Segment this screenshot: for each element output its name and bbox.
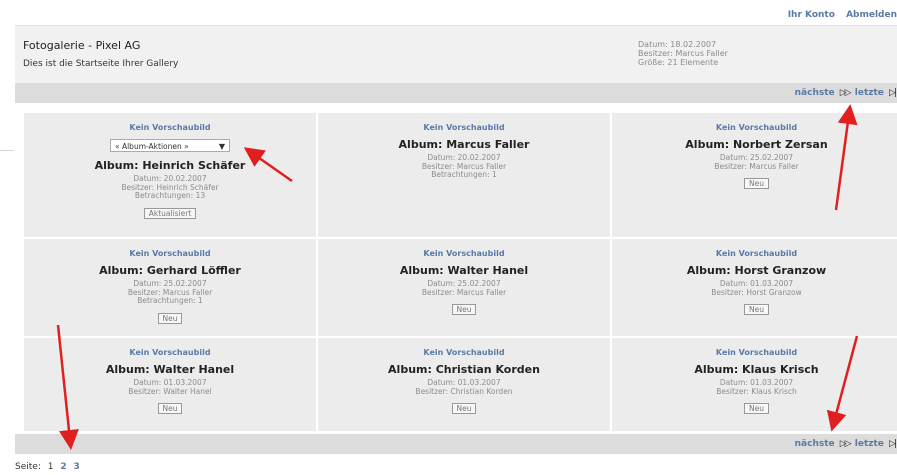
gallery-owner: Besitzer: Marcus Faller — [638, 49, 728, 58]
album-views: Betrachtungen: 13 — [134, 191, 206, 200]
album-info: Datum: 20.02.2007 Besitzer: Heinrich Sch… — [24, 174, 316, 201]
album-views: Betrachtungen: 1 — [137, 296, 203, 305]
album-info: Datum: 25.02.2007 Besitzer: Marcus Falle… — [24, 279, 316, 306]
no-preview-link[interactable]: Kein Vorschaubild — [612, 249, 897, 258]
album-card: Kein Vorschaubild Album: Gerhard Löffler… — [24, 239, 316, 336]
album-card: Kein Vorschaubild Album: Marcus Faller D… — [318, 113, 610, 237]
no-preview-link[interactable]: Kein Vorschaubild — [612, 123, 897, 132]
status-badge: Neu — [157, 403, 183, 414]
album-card: Kein Vorschaubild Album: Norbert Zersan … — [612, 113, 897, 237]
account-link[interactable]: Ihr Konto — [788, 10, 835, 20]
album-info: Datum: 20.02.2007 Besitzer: Marcus Falle… — [318, 153, 610, 180]
left-divider — [0, 150, 14, 151]
album-card: Kein Vorschaubild « Album-Aktionen » ▼ A… — [24, 113, 316, 237]
last-link[interactable]: letzte — [855, 439, 884, 449]
album-name[interactable]: Album: Walter Hanel — [24, 363, 316, 376]
album-owner: Besitzer: Marcus Faller — [421, 287, 507, 297]
album-views: Betrachtungen: 1 — [431, 170, 497, 179]
album-actions-value: « Album-Aktionen » — [115, 142, 189, 151]
album-owner: Besitzer: Horst Granzow — [711, 287, 802, 297]
album-actions-select[interactable]: « Album-Aktionen » ▼ — [110, 139, 230, 152]
album-name[interactable]: Album: Norbert Zersan — [612, 138, 897, 151]
page-subtitle: Dies ist die Startseite Ihrer Gallery — [23, 59, 179, 69]
last-icon[interactable]: ▷| — [889, 88, 897, 98]
status-badge: Neu — [744, 178, 769, 189]
pager-bottom: nächste ▷▷ letzte ▷| — [15, 434, 897, 454]
album-card: Kein Vorschaubild Album: Walter Hanel Da… — [24, 338, 316, 431]
no-preview-link[interactable]: Kein Vorschaubild — [24, 123, 316, 132]
album-info: Datum: 01.03.2007 Besitzer: Klaus Krisch — [612, 378, 897, 396]
pager-top: nächste ▷▷ letzte ▷| — [15, 83, 897, 103]
page-title: Fotogalerie - Pixel AG — [23, 39, 141, 52]
next-link[interactable]: nächste — [795, 439, 835, 449]
album-name[interactable]: Album: Heinrich Schäfer — [24, 159, 316, 172]
no-preview-link[interactable]: Kein Vorschaubild — [318, 348, 610, 357]
pagination: Seite: 1 2 3 — [15, 462, 80, 472]
gallery-date: Datum: 18.02.2007 — [638, 40, 717, 49]
page-current: 1 — [47, 462, 54, 472]
album-card: Kein Vorschaubild Album: Walter Hanel Da… — [318, 239, 610, 336]
status-badge: Neu — [157, 312, 183, 324]
album-info: Datum: 01.03.2007 Besitzer: Christian Ko… — [318, 378, 610, 396]
status-badge: Neu — [744, 403, 769, 414]
album-card: Kein Vorschaubild Album: Horst Granzow D… — [612, 239, 897, 336]
status-badge: Neu — [451, 403, 477, 414]
album-owner: Besitzer: Klaus Krisch — [716, 386, 797, 396]
last-link[interactable]: letzte — [855, 88, 884, 98]
status-badge: Neu — [451, 304, 477, 315]
no-preview-link[interactable]: Kein Vorschaubild — [318, 123, 610, 132]
status-badge: Aktualisiert — [143, 207, 197, 219]
no-preview-link[interactable]: Kein Vorschaubild — [612, 348, 897, 357]
page-link-3[interactable]: 3 — [73, 462, 79, 472]
album-grid: Kein Vorschaubild « Album-Aktionen » ▼ A… — [24, 113, 897, 431]
album-owner: Besitzer: Marcus Faller — [714, 161, 799, 171]
album-name[interactable]: Album: Horst Granzow — [612, 264, 897, 277]
last-icon[interactable]: ▷| — [889, 439, 897, 449]
no-preview-link[interactable]: Kein Vorschaubild — [24, 348, 316, 357]
next-icon[interactable]: ▷▷ — [840, 439, 852, 449]
album-info: Datum: 01.03.2007 Besitzer: Walter Hanel — [24, 378, 316, 396]
album-info: Datum: 25.02.2007 Besitzer: Marcus Falle… — [318, 279, 610, 297]
logout-link[interactable]: Abmelden — [846, 10, 897, 20]
album-name[interactable]: Album: Gerhard Löffler — [24, 264, 316, 277]
album-owner: Besitzer: Walter Hanel — [128, 386, 212, 396]
no-preview-link[interactable]: Kein Vorschaubild — [24, 249, 316, 258]
album-name[interactable]: Album: Walter Hanel — [318, 264, 610, 277]
album-name[interactable]: Album: Klaus Krisch — [612, 363, 897, 376]
gallery-size: Größe: 21 Elemente — [638, 58, 719, 67]
gallery-header: Fotogalerie - Pixel AG Dies ist die Star… — [15, 25, 897, 83]
no-preview-link[interactable]: Kein Vorschaubild — [318, 249, 610, 258]
pagination-label: Seite: — [15, 462, 41, 472]
gallery-meta: Datum: 18.02.2007 Besitzer: Marcus Falle… — [638, 40, 728, 67]
chevron-down-icon: ▼ — [218, 142, 225, 151]
album-info: Datum: 01.03.2007 Besitzer: Horst Granzo… — [612, 279, 897, 297]
album-owner: Besitzer: Christian Korden — [415, 386, 513, 396]
album-info: Datum: 25.02.2007 Besitzer: Marcus Falle… — [612, 153, 897, 171]
next-icon[interactable]: ▷▷ — [840, 88, 852, 98]
top-links: Ihr Konto Abmelden — [780, 10, 897, 20]
next-link[interactable]: nächste — [795, 88, 835, 98]
album-card: Kein Vorschaubild Album: Klaus Krisch Da… — [612, 338, 897, 431]
album-name[interactable]: Album: Marcus Faller — [318, 138, 610, 151]
album-name[interactable]: Album: Christian Korden — [318, 363, 610, 376]
album-card: Kein Vorschaubild Album: Christian Korde… — [318, 338, 610, 431]
page-link-2[interactable]: 2 — [60, 462, 66, 472]
status-badge: Neu — [744, 304, 769, 315]
